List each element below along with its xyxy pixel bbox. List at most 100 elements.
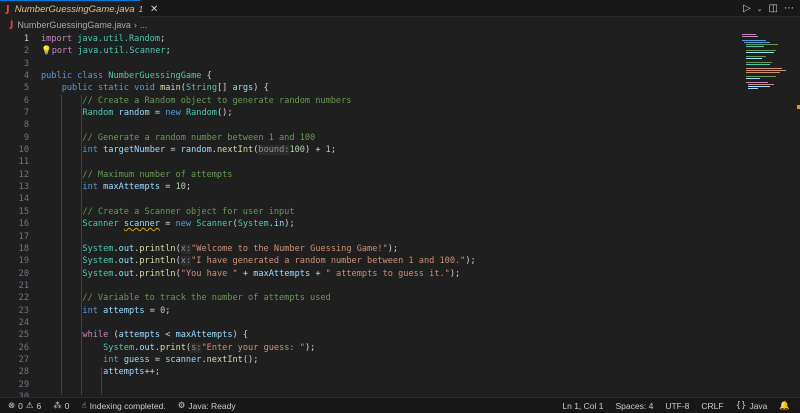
line-number[interactable]: 29: [0, 379, 30, 391]
line-number[interactable]: 23: [0, 305, 30, 317]
gear-icon: ⚙: [177, 400, 186, 411]
line-number[interactable]: 20: [0, 268, 30, 280]
code-editor[interactable]: 1 2 3 4 5 6 7 8 9 10 11 12 13 14 15 16 17 18 19 20 21 22 23 24 2…: [0, 33, 800, 402]
minimap-line: [746, 72, 780, 73]
bell-icon: 🔔: [779, 400, 790, 411]
code-line: int targetNumber = random.nextInt(bound:…: [82, 145, 337, 156]
chevron-right-icon: ›: [133, 20, 137, 30]
line-number[interactable]: 6: [0, 95, 30, 107]
tab-bar: J NumberGuessingGame.java 1 ✕ ▷ ⌄ ◫ ⋯: [0, 0, 800, 17]
line-number[interactable]: 9: [0, 132, 30, 144]
close-icon[interactable]: ✕: [150, 4, 158, 15]
line-number[interactable]: 13: [0, 181, 30, 193]
line-number[interactable]: 14: [0, 193, 30, 205]
tab-number-guessing-game[interactable]: J NumberGuessingGame.java 1 ✕: [0, 0, 158, 17]
vertical-scrollbar[interactable]: [792, 33, 800, 397]
eol-setting[interactable]: CRLF: [695, 401, 729, 411]
more-icon[interactable]: ⋯: [784, 3, 794, 14]
braces-icon: {}: [735, 400, 747, 411]
code-line: 💡port java.util.Scanner;: [41, 46, 171, 57]
line-number[interactable]: 16: [0, 218, 30, 230]
java-file-icon: J: [10, 20, 14, 30]
code-line: System.out.println(x:"Welcome to the Num…: [82, 243, 399, 254]
line-number[interactable]: 1: [0, 33, 30, 45]
line-number[interactable]: 7: [0, 107, 30, 119]
inlay-hint: x:: [180, 243, 192, 254]
minimap-line: [746, 44, 778, 45]
minimap[interactable]: [742, 33, 790, 93]
line-number[interactable]: 28: [0, 366, 30, 378]
notifications-button[interactable]: 🔔: [773, 401, 796, 411]
line-number[interactable]: 12: [0, 169, 30, 181]
code-line: int guess = scanner.nextInt();: [103, 354, 259, 365]
line-number[interactable]: 3: [0, 58, 30, 70]
code-line: while (attempts < maxAttempts) {: [82, 330, 249, 341]
line-number[interactable]: 11: [0, 156, 30, 168]
status-bar: ⊗ 0 ⚠ 6 ⁂ 0 ☝ Indexing completed. ⚙ Java…: [0, 397, 800, 413]
line-number[interactable]: 26: [0, 342, 30, 354]
minimap-line: [746, 78, 760, 79]
code-line: int maxAttempts = 10;: [82, 182, 192, 193]
code-line: // Maximum number of attempts: [82, 169, 233, 180]
line-number[interactable]: 18: [0, 243, 30, 255]
minimap-line: [748, 84, 774, 85]
lightbulb-icon[interactable]: 💡: [41, 46, 52, 56]
inlay-hint: bound:: [258, 145, 290, 156]
minimap-line: [748, 88, 758, 89]
minimap-line: [746, 76, 776, 77]
minimap-line: [746, 52, 774, 53]
java-status[interactable]: ⚙ Java: Ready: [172, 401, 242, 411]
chevron-down-icon[interactable]: ⌄: [757, 5, 763, 13]
code-line: int attempts = 0;: [82, 305, 171, 316]
error-icon: ⊗: [8, 400, 16, 411]
line-number[interactable]: 4: [0, 70, 30, 82]
line-number[interactable]: 19: [0, 255, 30, 267]
minimap-line: [746, 50, 776, 51]
minimap-line: [742, 34, 756, 35]
split-editor-icon[interactable]: ◫: [769, 3, 778, 14]
code-line: // Create a Scanner object for user inpu…: [82, 206, 295, 217]
line-number[interactable]: 21: [0, 280, 30, 292]
line-number[interactable]: 22: [0, 292, 30, 304]
minimap-line: [746, 58, 762, 59]
warning-icon: ⚠: [25, 400, 34, 411]
line-number[interactable]: 15: [0, 206, 30, 218]
minimap-line: [746, 82, 768, 83]
line-number[interactable]: 2: [0, 45, 30, 57]
encoding-setting[interactable]: UTF-8: [659, 401, 695, 411]
code-line: public class NumberGuessingGame {: [41, 71, 212, 82]
line-number[interactable]: 17: [0, 231, 30, 243]
indentation-setting[interactable]: Spaces: 4: [610, 401, 660, 411]
line-number[interactable]: 24: [0, 317, 30, 329]
line-number[interactable]: 25: [0, 329, 30, 341]
breadcrumb-more[interactable]: ...: [140, 20, 148, 30]
line-number[interactable]: 5: [0, 82, 30, 94]
line-number[interactable]: 8: [0, 119, 30, 131]
minimap-line: [746, 68, 782, 69]
minimap-line: [746, 70, 786, 71]
minimap-line: [744, 42, 770, 43]
minimap-line: [748, 86, 770, 87]
code-area[interactable]: import java.util.Random; 💡port java.util…: [41, 33, 740, 397]
code-line: // Variable to track the number of attem…: [82, 293, 331, 304]
minimap-line: [746, 62, 772, 63]
language-mode[interactable]: {} Java: [730, 401, 774, 411]
minimap-line: [742, 36, 758, 37]
thumbs-up-icon: ☝: [81, 400, 87, 411]
code-line: Scanner scanner = new Scanner(System.in)…: [82, 219, 295, 230]
ports-indicator[interactable]: ⁂ 0: [47, 401, 75, 411]
indexing-status[interactable]: ☝ Indexing completed.: [75, 401, 171, 411]
line-number[interactable]: 10: [0, 144, 30, 156]
cursor-position[interactable]: Ln 1, Col 1: [556, 401, 609, 411]
run-icon[interactable]: ▷: [743, 3, 751, 14]
java-file-icon: J: [6, 3, 10, 15]
breadcrumb-file[interactable]: NumberGuessingGame.java: [17, 20, 131, 30]
line-number[interactable]: 27: [0, 354, 30, 366]
code-line: Random random = new Random();: [82, 108, 233, 119]
problems-indicator[interactable]: ⊗ 0 ⚠ 6: [2, 401, 47, 411]
code-line: System.out.print(s:"Enter your guess: ")…: [103, 342, 316, 353]
